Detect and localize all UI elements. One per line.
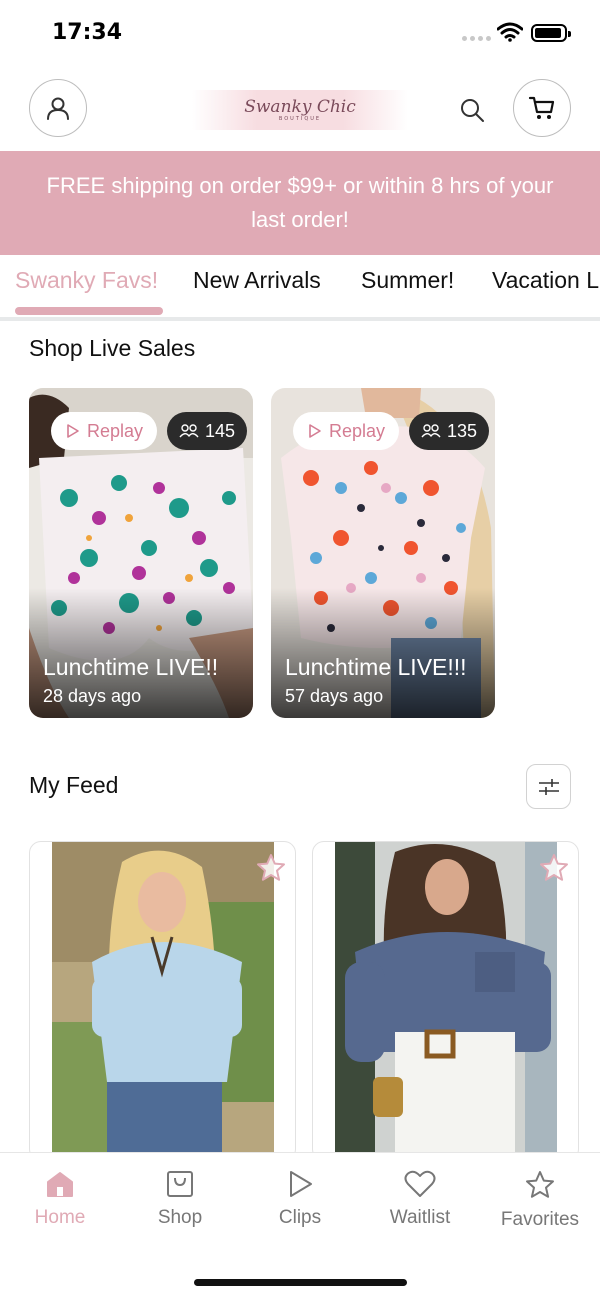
- replay-button[interactable]: Replay: [293, 412, 400, 450]
- active-tab-indicator: [15, 307, 163, 315]
- account-button[interactable]: [29, 79, 87, 137]
- search-button[interactable]: [456, 94, 488, 126]
- tab-vacation[interactable]: Vacation L: [492, 267, 599, 294]
- shopping-bag-icon: [167, 1171, 193, 1197]
- nav-favorites[interactable]: Favorites: [480, 1169, 600, 1231]
- signal-dots-icon: [462, 36, 491, 41]
- nav-home[interactable]: Home: [0, 1169, 120, 1229]
- play-icon: [309, 424, 321, 438]
- favorite-star-icon[interactable]: [255, 852, 287, 884]
- app-header: Swanky Chic BOUTIQUE: [0, 76, 600, 140]
- product-image: [52, 842, 274, 1160]
- product-card[interactable]: [312, 841, 579, 1161]
- live-sale-time: 28 days ago: [43, 686, 142, 706]
- feed-filter-button[interactable]: [526, 764, 571, 809]
- viewer-count-badge: 145: [167, 412, 248, 450]
- tab-summer[interactable]: Summer!: [361, 267, 454, 294]
- tab-new-arrivals[interactable]: New Arrivals: [193, 267, 321, 294]
- live-sale-card[interactable]: Replay 135 Lunchtime LIVE!!! 57 days ago: [271, 388, 495, 718]
- viewers-icon: [421, 424, 441, 438]
- home-icon: [47, 1172, 73, 1197]
- sliders-icon: [538, 778, 559, 795]
- shipping-banner: FREE shipping on order $99+ or within 8 …: [0, 151, 600, 255]
- bottom-navigation: Home Shop Clips Waitlist Favorites: [0, 1152, 600, 1299]
- play-icon: [290, 1171, 312, 1197]
- wifi-icon: [497, 22, 523, 42]
- replay-button[interactable]: Replay: [51, 412, 158, 450]
- star-icon: [526, 1171, 554, 1198]
- home-indicator: [194, 1279, 407, 1286]
- live-sale-title: Lunchtime LIVE!!!: [285, 654, 467, 680]
- live-sale-card[interactable]: Replay 145 Lunchtime LIVE!! 28 days ago: [29, 388, 253, 718]
- product-image: [335, 842, 557, 1160]
- search-icon: [461, 99, 484, 122]
- banner-line-1: FREE shipping on order $99+ or within 8 …: [46, 173, 554, 198]
- brand-logo: Swanky Chic BOUTIQUE: [192, 90, 408, 130]
- viewer-count-badge: 135: [409, 412, 490, 450]
- live-sale-time: 57 days ago: [285, 686, 384, 706]
- nav-shop[interactable]: Shop: [120, 1169, 240, 1229]
- viewers-icon: [179, 424, 199, 438]
- my-feed-title: My Feed: [29, 772, 119, 798]
- tab-swanky-favs[interactable]: Swanky Favs!: [15, 267, 158, 294]
- live-sale-title: Lunchtime LIVE!!: [43, 654, 219, 680]
- favorite-star-icon[interactable]: [538, 852, 570, 884]
- cart-button[interactable]: [513, 79, 571, 137]
- live-sales-title: Shop Live Sales: [29, 335, 196, 361]
- nav-clips[interactable]: Clips: [240, 1169, 360, 1229]
- product-card[interactable]: [29, 841, 296, 1161]
- play-icon: [67, 424, 79, 438]
- user-icon: [47, 97, 69, 120]
- category-tabs: Swanky Favs! New Arrivals Summer! Vacati…: [0, 255, 600, 321]
- nav-waitlist[interactable]: Waitlist: [360, 1169, 480, 1229]
- status-time: 17:34: [52, 20, 123, 45]
- cart-icon: [528, 96, 555, 119]
- banner-line-2: last order!: [251, 207, 349, 232]
- battery-icon: [531, 24, 571, 42]
- heart-icon: [404, 1170, 436, 1197]
- status-bar: 17:34: [0, 0, 600, 64]
